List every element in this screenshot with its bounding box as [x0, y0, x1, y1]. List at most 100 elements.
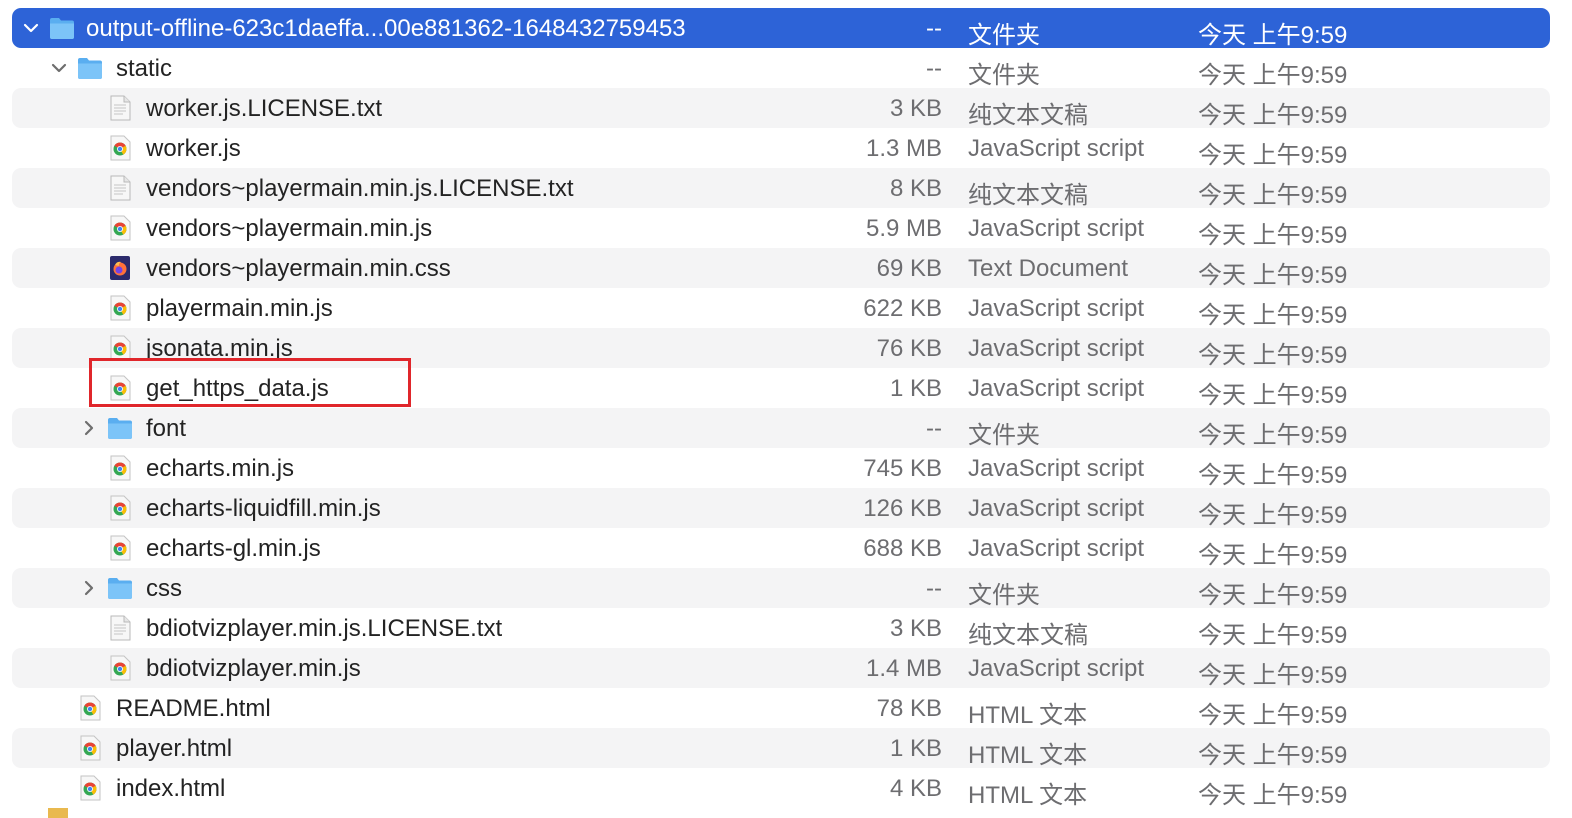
file-kind: Text Document: [968, 255, 1129, 282]
file-name: bdiotvizplayer.min.js.LICENSE.txt: [146, 615, 503, 642]
chevron-down-icon[interactable]: [50, 59, 68, 77]
file-row[interactable]: bdiotvizplayer.min.js 1.4 MB JavaScript sc…: [12, 648, 1550, 689]
file-name: worker.js.LICENSE.txt: [146, 95, 383, 122]
file-name: worker.js: [146, 135, 241, 162]
file-row[interactable]: static -- 文件夹 今天 上午9:59: [12, 48, 1550, 89]
file-date-modified: 今天 上午9:59: [1198, 342, 1348, 369]
file-date-modified: 今天 上午9:59: [1198, 662, 1348, 689]
folder-icon: [76, 54, 104, 82]
file-name: font: [146, 415, 187, 442]
file-date-modified: 今天 上午9:59: [1198, 582, 1348, 609]
folder-icon: [48, 14, 76, 42]
chrome-file-icon: [106, 654, 134, 682]
file-size: 1 KB: [889, 375, 942, 402]
file-date-modified: 今天 上午9:59: [1198, 262, 1348, 289]
file-row[interactable]: vendors~playermain.min.js.LICENSE.txt 8 K…: [12, 168, 1550, 209]
file-kind: JavaScript script: [968, 495, 1145, 522]
file-kind: HTML 文本: [968, 742, 1088, 769]
chrome-file-icon: [106, 214, 134, 242]
file-date-modified: 今天 上午9:59: [1198, 782, 1348, 809]
file-size: --: [926, 55, 942, 82]
file-size: 1.4 MB: [865, 655, 942, 682]
file-kind: JavaScript script: [968, 335, 1145, 362]
file-kind: JavaScript script: [968, 455, 1145, 482]
file-name: vendors~playermain.min.js: [146, 215, 433, 242]
file-row[interactable]: index.html 4 KB HTML 文本 今天 上午9:59: [12, 768, 1550, 809]
file-size: 745 KB: [863, 455, 942, 482]
file-kind: JavaScript script: [968, 375, 1145, 402]
text-file-icon: [106, 94, 134, 122]
file-row[interactable]: vendors~playermain.min.css 69 KB Text Docu…: [12, 248, 1550, 289]
file-kind: 文件夹: [968, 22, 1040, 49]
folder-icon: [106, 414, 134, 442]
file-row[interactable]: playermain.min.js 622 KB JavaScript script…: [12, 288, 1550, 329]
file-date-modified: 今天 上午9:59: [1198, 222, 1348, 249]
file-size: 1 KB: [889, 735, 942, 762]
file-row[interactable]: echarts.min.js 745 KB JavaScript script 今天 …: [12, 448, 1550, 489]
chevron-right-icon[interactable]: [80, 579, 98, 597]
file-kind: 纯文本文稿: [968, 102, 1088, 129]
file-date-modified: 今天 上午9:59: [1198, 182, 1348, 209]
file-date-modified: 今天 上午9:59: [1198, 102, 1348, 129]
file-row[interactable]: output-offline-623c1daeffa...00e881362-1…: [12, 8, 1550, 49]
file-row[interactable]: README.html 78 KB HTML 文本 今天 上午9:59: [12, 688, 1550, 729]
file-kind: JavaScript script: [968, 655, 1145, 682]
file-row[interactable]: player.html 1 KB HTML 文本 今天 上午9:59: [12, 728, 1550, 769]
file-date-modified: 今天 上午9:59: [1198, 742, 1348, 769]
text-file-icon: [106, 614, 134, 642]
file-name: output-offline-623c1daeffa...00e881362-1…: [86, 15, 686, 42]
file-kind: 文件夹: [968, 62, 1040, 89]
file-size: 5.9 MB: [865, 215, 942, 242]
file-row[interactable]: vendors~playermain.min.js 5.9 MB JavaScrip…: [12, 208, 1550, 249]
file-date-modified: 今天 上午9:59: [1198, 302, 1348, 329]
file-size: 69 KB: [876, 255, 942, 282]
file-row[interactable]: echarts-liquidfill.min.js 126 KB JavaScrip…: [12, 488, 1550, 529]
file-size: 76 KB: [876, 335, 942, 362]
file-date-modified: 今天 上午9:59: [1198, 22, 1348, 49]
file-size: 1.3 MB: [865, 135, 942, 162]
file-kind: JavaScript script: [968, 215, 1145, 242]
chrome-file-icon: [76, 774, 104, 802]
file-size: 3 KB: [889, 95, 942, 122]
partial-next-row-icon: [48, 808, 68, 818]
file-size: 4 KB: [889, 775, 942, 802]
file-row[interactable]: bdiotvizplayer.min.js.LICENSE.txt 3 KB 纯文本…: [12, 608, 1550, 649]
file-size: 688 KB: [863, 535, 942, 562]
file-name: playermain.min.js: [146, 295, 333, 322]
file-kind: JavaScript script: [968, 135, 1145, 162]
chrome-file-icon: [106, 494, 134, 522]
chrome-file-icon: [76, 734, 104, 762]
file-name: vendors~playermain.min.css: [146, 255, 451, 282]
file-name: static: [116, 55, 173, 82]
chrome-file-icon: [76, 694, 104, 722]
file-row[interactable]: font -- 文件夹 今天 上午9:59: [12, 408, 1550, 449]
file-size: 78 KB: [876, 695, 942, 722]
file-size: --: [926, 415, 942, 442]
file-name: README.html: [116, 695, 271, 722]
file-name: echarts-liquidfill.min.js: [146, 495, 381, 522]
file-kind: JavaScript script: [968, 295, 1145, 322]
file-date-modified: 今天 上午9:59: [1198, 142, 1348, 169]
file-date-modified: 今天 上午9:59: [1198, 542, 1348, 569]
chrome-file-icon: [106, 534, 134, 562]
file-name: echarts-gl.min.js: [146, 535, 321, 562]
file-date-modified: 今天 上午9:59: [1198, 622, 1348, 649]
folder-icon: [106, 574, 134, 602]
file-row[interactable]: echarts-gl.min.js 688 KB JavaScript script…: [12, 528, 1550, 569]
file-date-modified: 今天 上午9:59: [1198, 502, 1348, 529]
file-row[interactable]: css -- 文件夹 今天 上午9:59: [12, 568, 1550, 609]
file-kind: 纯文本文稿: [968, 622, 1088, 649]
firefox-file-icon: [106, 254, 134, 282]
file-size: 622 KB: [863, 295, 942, 322]
file-date-modified: 今天 上午9:59: [1198, 462, 1348, 489]
file-date-modified: 今天 上午9:59: [1198, 702, 1348, 729]
file-row[interactable]: worker.js 1.3 MB JavaScript script 今天 上午9:5…: [12, 128, 1550, 169]
file-row[interactable]: worker.js.LICENSE.txt 3 KB 纯文本文稿 今天 上午9:59: [12, 88, 1550, 129]
file-size: --: [926, 575, 942, 602]
file-kind: HTML 文本: [968, 782, 1088, 809]
chevron-down-icon[interactable]: [22, 19, 40, 37]
file-size: --: [926, 15, 942, 42]
file-name: vendors~playermain.min.js.LICENSE.txt: [146, 175, 574, 202]
chevron-right-icon[interactable]: [80, 419, 98, 437]
file-name: css: [146, 575, 182, 602]
